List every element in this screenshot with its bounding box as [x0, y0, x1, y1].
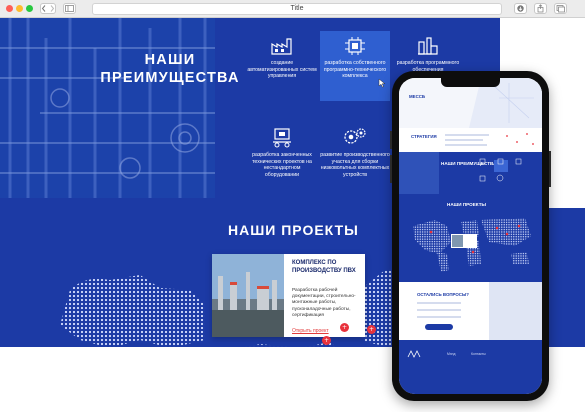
phone-mockup: МЕССБ СТРАТЕГИЯ НАШИ ПРЕИМУЩЕСТВА НАШИ П…: [390, 71, 551, 401]
mobile-contact-section: ОСТАЛИСЬ ВОПРОСЫ?: [399, 282, 542, 340]
open-project-link[interactable]: Открыть проект: [292, 328, 329, 334]
phone-notch: [441, 78, 500, 87]
phone-button: [549, 151, 551, 187]
mobile-projects-section: НАШИ ПРОЕКТЫ: [399, 194, 542, 282]
gears-icon: [344, 128, 366, 144]
download-icon[interactable]: [514, 3, 527, 14]
mobile-projects-heading: НАШИ ПРОЕКТЫ: [447, 202, 486, 207]
browser-titlebar: Title: [0, 0, 585, 18]
advantage-item-automation[interactable]: создание автоматизированных систем управ…: [246, 36, 318, 80]
close-window-icon[interactable]: [6, 5, 13, 12]
map-pin-marker[interactable]: +: [340, 323, 349, 332]
projects-heading: НАШИ ПРОЕКТЫ: [228, 222, 359, 238]
circuit-board-icon: [345, 37, 365, 55]
mobile-footer-link[interactable]: Мэнд: [447, 352, 455, 356]
advantage-text: развитие производственного участка для с…: [320, 152, 390, 178]
phone-button: [390, 155, 392, 183]
advantages-heading: НАШИ ПРЕИМУЩЕСТВА: [100, 52, 240, 86]
sidebar-icon[interactable]: [63, 3, 76, 14]
industrial-plant-icon: [418, 37, 438, 55]
mobile-nav-logo[interactable]: МЕССБ: [409, 94, 425, 99]
mobile-dotted-map: [413, 218, 531, 272]
back-forward-buttons[interactable]: [40, 3, 56, 14]
mobile-screen: МЕССБ СТРАТЕГИЯ НАШИ ПРЕИМУЩЕСТВА НАШИ П…: [399, 78, 542, 394]
mobile-strategy-heading: СТРАТЕГИЯ: [411, 134, 437, 139]
map-pin-marker[interactable]: +: [367, 325, 376, 334]
advantage-text: разработка законченных технических проек…: [252, 152, 312, 178]
mobile-send-button[interactable]: [425, 324, 453, 330]
new-tab-icon[interactable]: [554, 3, 567, 14]
factory-icon: [271, 38, 292, 55]
share-icon[interactable]: [534, 3, 547, 14]
window-title: Title: [290, 5, 304, 12]
project-photo: [212, 254, 284, 337]
advantage-text: создание автоматизированных систем управ…: [247, 60, 317, 80]
industrial-photo: [0, 18, 215, 198]
map-pin-marker[interactable]: +: [322, 336, 331, 345]
mobile-footer-logo-icon: [407, 350, 421, 358]
mobile-strategy-section: СТРАТЕГИЯ: [399, 128, 542, 152]
advantage-item-hardware[interactable]: разработка собственного программно-техни…: [319, 36, 391, 80]
address-bar[interactable]: Title: [92, 3, 502, 15]
phone-button: [390, 131, 392, 149]
back-arrow-icon[interactable]: [41, 4, 55, 13]
advantage-item-production[interactable]: развитие производственного участка для с…: [319, 126, 391, 178]
advantage-item-projects[interactable]: разработка законченных технических проек…: [246, 126, 318, 178]
advantage-text: разработка собственного программно-техни…: [323, 60, 387, 80]
mobile-advantages-section: НАШИ ПРЕИМУЩЕСТВА: [399, 152, 542, 194]
mouse-cursor-icon: [378, 78, 386, 88]
mobile-footer-link[interactable]: Контакты: [471, 352, 486, 356]
robot-cart-icon: [273, 128, 291, 148]
project-description: Разработка рабочей документации, строите…: [292, 288, 356, 318]
mobile-footer: Мэнд Контакты: [399, 340, 542, 394]
advantage-item-software[interactable]: разработка программного обеспечения: [392, 36, 464, 73]
project-title: КОМПЛЕКС ПО ПРОИЗВОДСТВУ ПВХ: [292, 260, 356, 274]
maximize-window-icon[interactable]: [26, 5, 33, 12]
minimize-window-icon[interactable]: [16, 5, 23, 12]
mobile-questions-heading: ОСТАЛИСЬ ВОПРОСЫ?: [417, 292, 469, 297]
